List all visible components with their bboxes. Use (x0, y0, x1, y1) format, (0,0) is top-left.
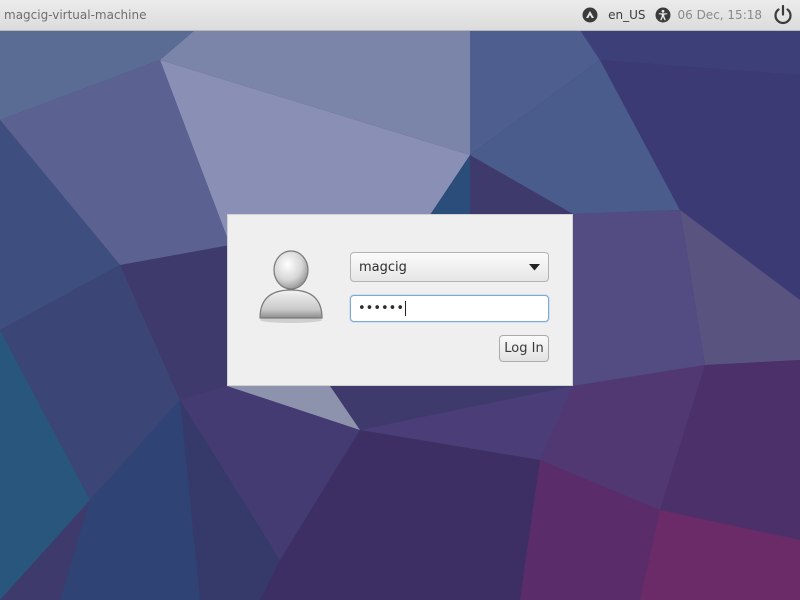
hostname-label: magcig-virtual-machine (4, 8, 147, 22)
top-panel: magcig-virtual-machine en_US 06 Dec, 15:… (0, 0, 800, 31)
login-screen: magcig-virtual-machine en_US 06 Dec, 15:… (0, 0, 800, 600)
login-dialog: magcig •••••• Log In (227, 214, 573, 386)
chevron-down-icon (529, 260, 540, 275)
password-masked-value: •••••• (358, 301, 405, 316)
network-icon[interactable] (582, 7, 598, 23)
accessibility-icon[interactable] (655, 7, 671, 23)
username-dropdown[interactable]: magcig (350, 252, 549, 282)
clock[interactable]: 06 Dec, 15:18 (677, 8, 762, 22)
username-value: magcig (359, 259, 407, 275)
keyboard-layout-indicator[interactable]: en_US (608, 8, 645, 22)
login-button[interactable]: Log In (499, 335, 549, 362)
password-field[interactable]: •••••• (350, 295, 549, 322)
text-cursor (405, 301, 407, 316)
power-icon[interactable] (772, 4, 794, 26)
panel-indicators: en_US 06 Dec, 15:18 (572, 0, 800, 31)
user-avatar-icon (256, 248, 326, 324)
